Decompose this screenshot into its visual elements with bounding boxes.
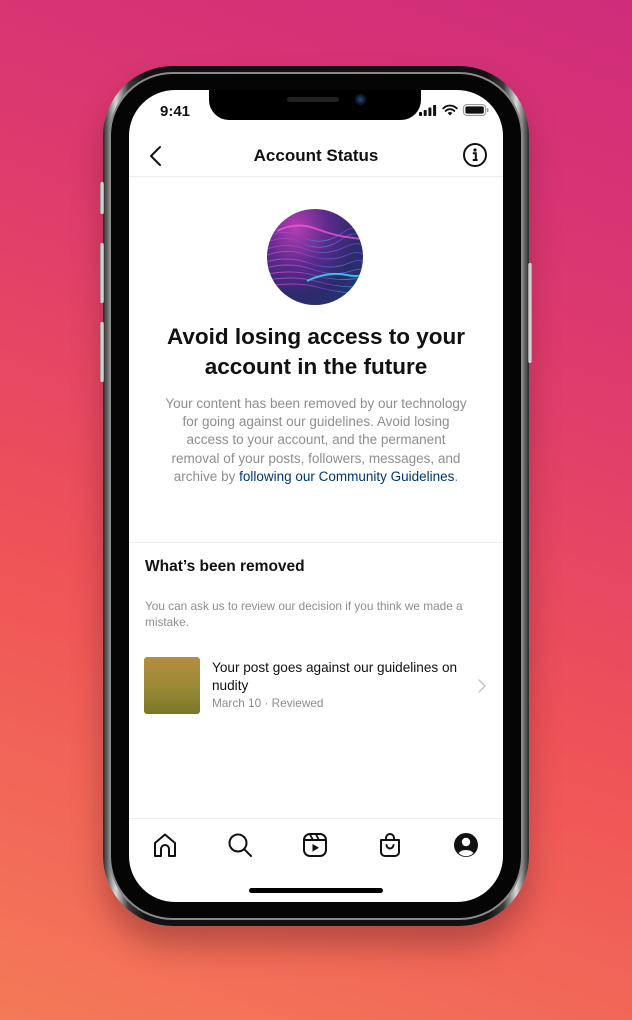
search-icon[interactable]	[227, 832, 253, 858]
home-icon[interactable]	[152, 832, 178, 858]
tab-bar	[129, 818, 503, 870]
home-indicator[interactable]	[249, 888, 383, 893]
page-title: Account Status	[253, 146, 379, 165]
shopping-bag-icon[interactable]	[377, 832, 403, 858]
nav-header: Account Status	[129, 134, 503, 177]
front-camera	[355, 94, 366, 105]
removed-item-meta: March 10 · Reviewed	[212, 696, 324, 710]
section-divider	[129, 542, 503, 543]
abstract-wave-illustration	[267, 209, 363, 305]
battery-icon	[463, 104, 489, 116]
info-circle-icon[interactable]	[462, 142, 488, 168]
phone-screen: 9:41 Account Status Avoid losing access …	[129, 90, 503, 902]
chevron-right-icon	[478, 679, 486, 693]
silent-switch	[100, 182, 104, 214]
description-end: .	[454, 468, 459, 484]
wifi-icon	[442, 104, 458, 116]
community-guidelines-link[interactable]: following our Community Guidelines	[239, 469, 454, 484]
description: Your content has been removed by our tec…	[163, 395, 469, 486]
power-button	[528, 263, 532, 363]
reels-icon[interactable]	[302, 832, 328, 858]
removed-item-title: Your post goes against our guidelines on…	[212, 660, 458, 693]
section-subtitle: You can ask us to review our decision if…	[145, 599, 463, 629]
headline: Avoid losing access to your account in t…	[167, 324, 465, 379]
status-time: 9:41	[160, 103, 191, 120]
speaker-grill	[287, 97, 339, 102]
volume-up-button	[100, 243, 104, 303]
cellular-signal-icon	[419, 104, 437, 116]
status-icons	[419, 104, 489, 116]
volume-down-button	[100, 322, 104, 382]
section-title: What’s been removed	[145, 558, 305, 575]
post-thumbnail	[144, 657, 200, 714]
notch	[209, 90, 421, 120]
removed-content-item[interactable]: Your post goes against our guidelines on…	[144, 657, 489, 715]
profile-icon[interactable]	[453, 832, 479, 858]
